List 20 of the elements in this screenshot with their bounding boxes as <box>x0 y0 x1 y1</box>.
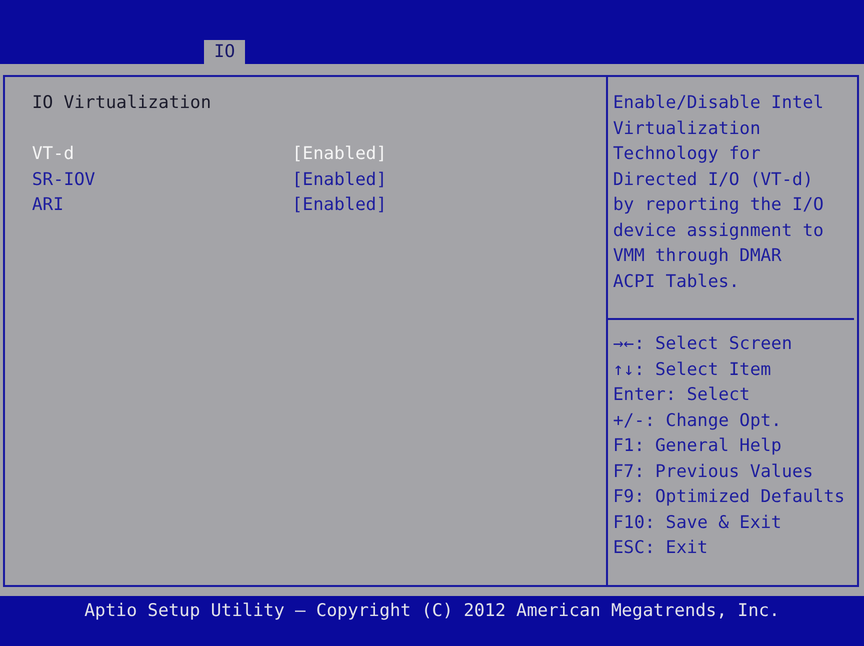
key-hint: Enter: Select <box>613 384 751 407</box>
key-hint: ESC: Exit <box>613 537 709 560</box>
setting-row[interactable]: SR-IOV [Enabled] <box>32 168 606 193</box>
setting-label: SR-IOV <box>32 168 96 192</box>
setting-row[interactable]: ARI [Enabled] <box>32 193 606 218</box>
copyright-text: Aptio Setup Utility – Copyright (C) 2012 American Megatrends, Inc. <box>84 600 780 623</box>
help-text: Enable/Disable Intel Virtualization Technology for Directed I/O (VT-d) by reporting the I/O device assignment to VMM through DMAR ACPI Tables. <box>608 77 854 320</box>
setting-label: ARI <box>32 194 65 217</box>
setting-value[interactable]: [Enabled] <box>292 193 387 218</box>
key-hint: →←: Select Screen <box>613 333 794 356</box>
key-hint: F7: Previous Values <box>613 460 814 484</box>
key-hint: F10: Save & Exit <box>613 512 783 534</box>
tab[interactable]: IO <box>204 40 246 64</box>
key-hint: F9: Optimized Defaults <box>613 486 846 509</box>
setting-label: VT-d <box>32 143 76 166</box>
section-title: IO Virtualization <box>32 92 212 115</box>
key-hint: +/-: Change Opt. <box>613 410 783 432</box>
setting-value[interactable]: [Enabled] <box>292 168 387 193</box>
key-hint: ↑↓: Select Item <box>613 358 772 382</box>
key-hint: F1: General Help <box>613 435 783 458</box>
